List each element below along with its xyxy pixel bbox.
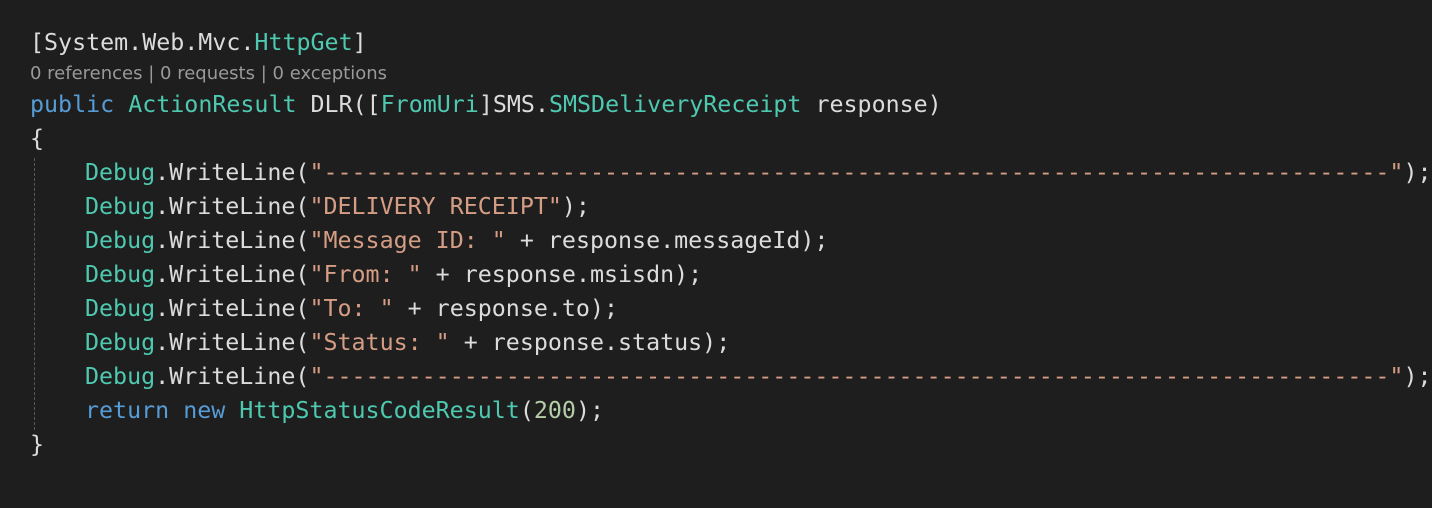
code-token-type: SMSDeliveryReceipt xyxy=(548,91,802,118)
code-token-type: HttpStatusCodeResult xyxy=(239,397,520,424)
code-token-plain: ); xyxy=(561,193,590,220)
code-line-signature[interactable]: public ActionResult DLR([FromUri]SMS.SMS… xyxy=(30,88,1432,122)
code-token-string: "---------------------------------------… xyxy=(309,363,1404,390)
code-token-plain: + response.to); xyxy=(393,295,619,322)
code-line-body[interactable]: Debug.WriteLine("Status: " + response.st… xyxy=(30,326,1432,360)
code-token-string: "From: " xyxy=(309,261,422,288)
code-token-plain: .WriteLine( xyxy=(155,261,310,288)
code-token-string: "---------------------------------------… xyxy=(309,159,1404,186)
code-token-plain: } xyxy=(30,431,45,458)
indent-guide xyxy=(34,158,35,430)
code-token-plain: .WriteLine( xyxy=(155,193,310,220)
code-token-type: HttpGet xyxy=(254,29,353,56)
code-editor[interactable]: [System.Web.Mvc.HttpGet] 0 references | … xyxy=(0,0,1432,508)
code-token-plain: + response.messageId); xyxy=(505,227,829,254)
code-token-type: Debug xyxy=(85,159,156,186)
codelens-bar: 0 references | 0 requests | 0 exceptions xyxy=(30,60,1432,88)
code-token-plain: .WriteLine( xyxy=(155,227,310,254)
code-line-attribute[interactable]: [System.Web.Mvc.HttpGet] xyxy=(30,26,1432,60)
code-token-plain: response) xyxy=(801,91,942,118)
code-line-body[interactable]: Debug.WriteLine("To: " + response.to); xyxy=(30,292,1432,326)
code-line-body[interactable]: Debug.WriteLine("From: " + response.msis… xyxy=(30,258,1432,292)
code-line-body[interactable]: Debug.WriteLine("Message ID: " + respons… xyxy=(30,224,1432,258)
code-token-plain: DLR([ xyxy=(296,91,381,118)
code-token-plain: .WriteLine( xyxy=(155,295,310,322)
code-token-plain: ); xyxy=(1403,363,1432,390)
code-token-type: Debug xyxy=(85,227,156,254)
code-token-plain: ); xyxy=(575,397,604,424)
code-token-keyword: public xyxy=(30,91,115,118)
code-token-plain: + response.status); xyxy=(449,329,731,356)
codelens-separator: | xyxy=(255,63,273,84)
code-token-plain: .WriteLine( xyxy=(155,363,310,390)
code-token-number: 200 xyxy=(533,397,576,424)
code-token-type: Debug xyxy=(85,295,156,322)
code-token-string: "To: " xyxy=(309,295,394,322)
code-token-plain: .WriteLine( xyxy=(155,329,310,356)
code-line-open-brace[interactable]: { xyxy=(30,122,1432,156)
code-token-type: ActionResult xyxy=(128,91,297,118)
code-token-keyword: return xyxy=(85,397,170,424)
code-line-close-brace[interactable]: } xyxy=(30,428,1432,462)
code-token-string: "DELIVERY RECEIPT" xyxy=(309,193,562,220)
codelens-exceptions-link[interactable]: 0 exceptions xyxy=(273,63,388,84)
code-token-type: FromUri xyxy=(380,91,479,118)
code-token-plain: ); xyxy=(1403,159,1432,186)
code-token-type: Debug xyxy=(85,193,156,220)
code-line-return[interactable]: return new HttpStatusCodeResult(200); xyxy=(30,394,1432,428)
code-token-type: Debug xyxy=(85,261,156,288)
code-token-plain: ( xyxy=(519,397,534,424)
codelens-requests-link[interactable]: 0 requests xyxy=(160,63,255,84)
code-token-plain: { xyxy=(30,125,45,152)
code-token-string: "Message ID: " xyxy=(309,227,506,254)
code-token-plain: .WriteLine( xyxy=(155,159,310,186)
code-token-type: Debug xyxy=(85,329,156,356)
code-token-plain: [System.Web.Mvc. xyxy=(30,29,255,56)
code-line-body[interactable]: Debug.WriteLine("-----------------------… xyxy=(30,156,1432,190)
codelens-references-link[interactable]: 0 references xyxy=(30,63,143,84)
code-token-plain: ]SMS. xyxy=(478,91,549,118)
code-line-body[interactable]: Debug.WriteLine("-----------------------… xyxy=(30,360,1432,394)
code-token-string: "Status: " xyxy=(309,329,450,356)
code-token-keyword: new xyxy=(183,397,226,424)
code-token-plain: ] xyxy=(352,29,367,56)
code-line-body[interactable]: Debug.WriteLine("DELIVERY RECEIPT"); xyxy=(30,190,1432,224)
code-token-plain: + response.msisdn); xyxy=(421,261,703,288)
code-token-type: Debug xyxy=(85,363,156,390)
codelens-separator: | xyxy=(142,63,161,84)
